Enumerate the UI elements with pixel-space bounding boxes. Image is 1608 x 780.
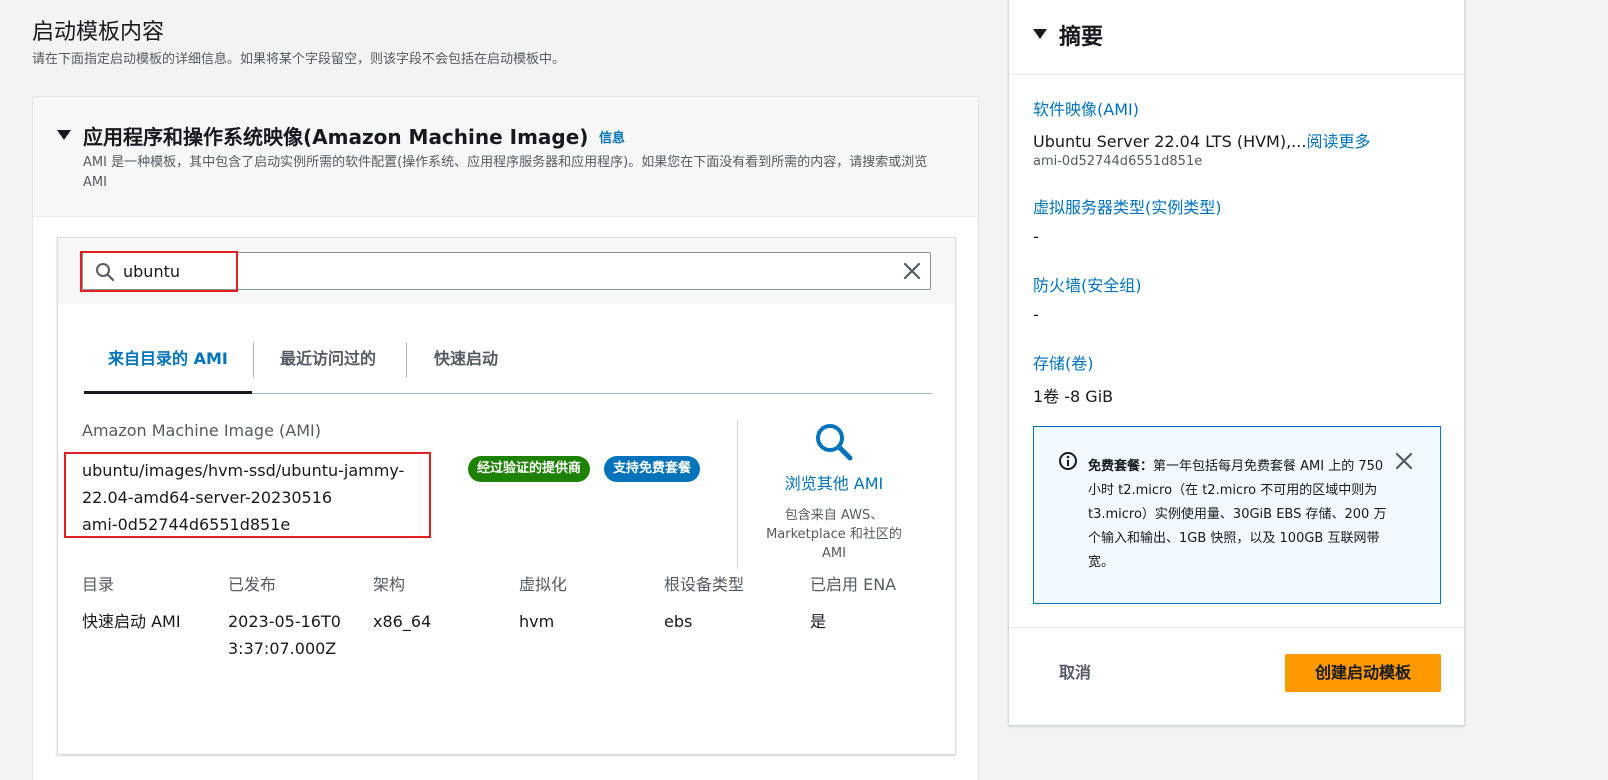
summary-firewall-link[interactable]: 防火墙(安全组) [1033,272,1142,296]
column-header-virtualization: 虚拟化 [519,575,568,594]
summary-storage-value: 1卷 -8 GiB [1033,387,1114,406]
verified-provider-badge: 经过验证的提供商 [468,456,591,482]
ami-tabs: 来自目录的 AMI 最近访问过的 快速启动 [84,340,932,394]
cancel-button[interactable]: 取消 [1033,654,1117,692]
caret-down-icon[interactable] [1033,29,1047,39]
column-header-architecture: 架构 [373,575,406,594]
create-launch-template-button[interactable]: 创建启动模板 [1285,654,1441,692]
ami-section-description: AMI 是一种模板，其中包含了启动实例所需的软件配置(操作系统、应用程序服务器和… [83,155,928,190]
ami-section-title: 应用程序和操作系统映像(Amazon Machine Image) [83,125,589,149]
tab-catalog-ami[interactable]: 来自目录的 AMI [84,340,252,394]
free-tier-alert: 免费套餐：第一年包括每月免费套餐 AMI 上的 750 小时 t2.micro（… [1033,426,1441,604]
ami-selector-card: 来自目录的 AMI 最近访问过的 快速启动 Amazon Machine Ima… [57,237,956,755]
search-highlight-box [80,251,238,292]
column-header-catalog: 目录 [82,575,115,594]
ami-panel: 应用程序和操作系统映像(Amazon Machine Image) 信息 AMI… [32,96,979,780]
value-root-device: ebs [664,612,693,631]
column-header-ena: 已启用 ENA [810,575,897,594]
read-more-link[interactable]: 阅读更多 [1306,132,1370,151]
ami-label: Amazon Machine Image (AMI) [82,421,321,440]
summary-instance-type-link[interactable]: 虚拟服务器类型(实例类型) [1033,194,1222,218]
summary-footer-divider [1009,627,1464,628]
free-tier-alert-text: 免费套餐：第一年包括每月免费套餐 AMI 上的 750 小时 t2.micro（… [1088,455,1388,575]
value-virtualization: hvm [519,612,555,631]
tab-divider [253,342,254,378]
tab-quick-start[interactable]: 快速启动 [410,340,522,394]
summary-title: 摘要 [1059,25,1104,50]
browse-more-ami-link[interactable]: 浏览其他 AMI [758,470,910,494]
caret-down-icon[interactable] [57,130,71,140]
launch-template-page: 启动模板内容 请在下面指定启动模板的详细信息。如果将某个字段留空，则该字段不会包… [0,0,1608,780]
software-image-text: Ubuntu Server 22.04 LTS (HVM),... [1033,132,1307,151]
summary-instance-type-value: - [1033,227,1039,246]
vertical-divider [737,419,738,569]
ami-section-header[interactable]: 应用程序和操作系统映像(Amazon Machine Image) 信息 AMI… [33,97,978,217]
free-tier-badge: 支持免费套餐 [604,456,701,482]
column-header-published: 已发布 [228,575,277,594]
summary-storage-link[interactable]: 存储(卷) [1033,350,1094,374]
page-title: 启动模板内容 [32,20,165,45]
search-band [58,238,955,304]
summary-panel: 摘要 软件映像(AMI) Ubuntu Server 22.04 LTS (HV… [1008,0,1465,726]
info-link[interactable]: 信息 [599,127,625,146]
alert-title: 免费套餐： [1088,459,1154,474]
value-architecture: x86_64 [373,612,432,631]
alert-body: 第一年包括每月免费套餐 AMI 上的 750 小时 t2.micro（在 t2.… [1088,459,1387,570]
summary-software-image-id: ami-0d52744d6551d851e [1033,154,1203,169]
tab-recently-viewed[interactable]: 最近访问过的 [256,340,400,394]
summary-software-image-value: Ubuntu Server 22.04 LTS (HVM),...阅读更多 [1033,128,1370,152]
browse-more-ami-description: 包含来自 AWS、Marketplace 和社区的 AMI [766,508,902,561]
summary-software-image-link[interactable]: 软件映像(AMI) [1033,96,1139,120]
page-description: 请在下面指定启动模板的详细信息。如果将某个字段留空，则该字段不会包括在启动模板中… [32,52,566,67]
value-ena: 是 [810,612,827,631]
column-header-root-device: 根设备类型 [664,575,745,594]
search-icon[interactable] [814,422,854,462]
summary-header[interactable]: 摘要 [1009,0,1464,75]
clear-search-icon[interactable] [902,261,922,281]
value-published: 2023-05-16T03:37:07.000Z [228,612,341,658]
ami-highlight-box [64,452,431,538]
tab-divider [406,342,407,378]
info-icon [1059,452,1077,470]
close-icon[interactable] [1394,451,1414,471]
summary-firewall-value: - [1033,305,1039,324]
value-catalog: 快速启动 AMI [82,612,181,631]
